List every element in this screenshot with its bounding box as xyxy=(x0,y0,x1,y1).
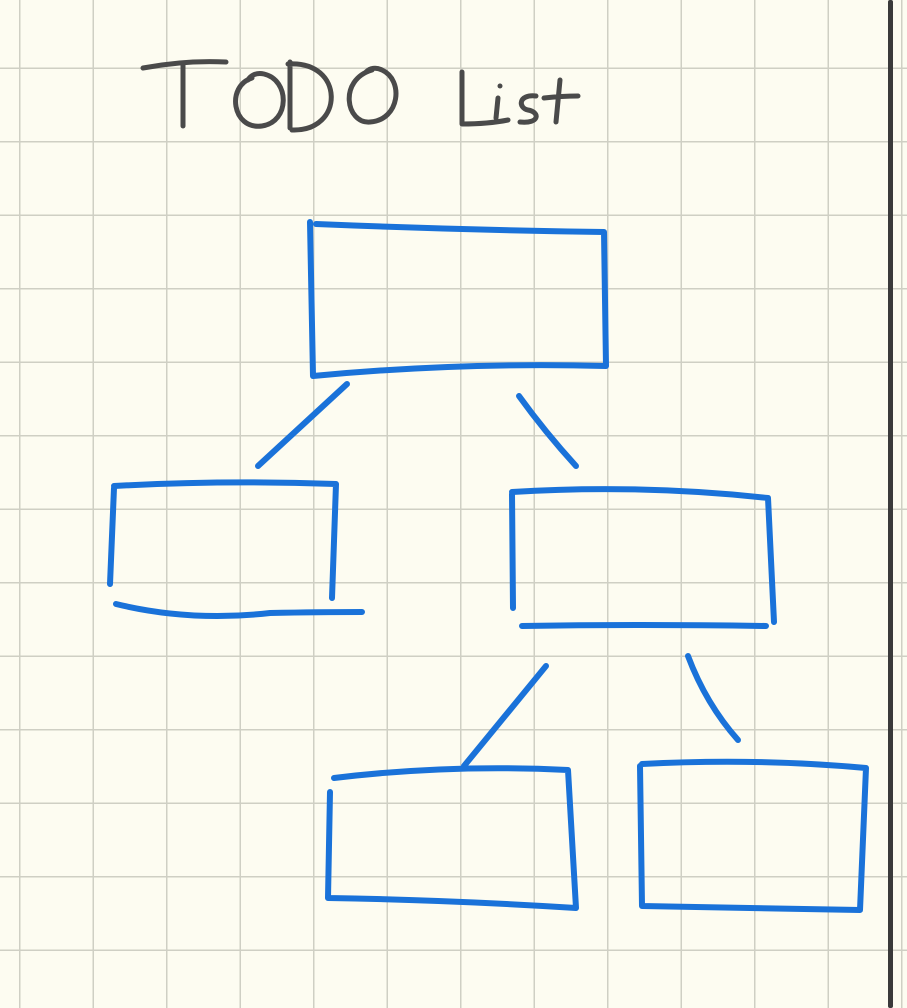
title-letter-o xyxy=(233,71,286,129)
tree-node-grandchild-left xyxy=(325,765,579,911)
tree-edge-root-left xyxy=(255,381,350,469)
tree-node-left-child-base xyxy=(113,601,365,619)
title-letter-l xyxy=(459,69,511,127)
page-edge-divider xyxy=(888,0,893,1008)
tree-node-grandchild-right xyxy=(637,758,869,913)
title-letter-i-dot xyxy=(497,83,503,89)
tree-diagram xyxy=(107,59,869,913)
page-title xyxy=(140,59,581,133)
tree-node-root xyxy=(307,219,609,379)
tree-node-right-child xyxy=(509,486,777,625)
grid-paper-canvas xyxy=(0,0,907,1008)
tree-node-left-child xyxy=(107,479,339,601)
tree-edge-right-grandchild-left xyxy=(461,663,549,769)
tree-edge-right-grandchild-right xyxy=(685,653,741,743)
title-letter-s xyxy=(517,93,539,125)
tree-edge-root-right xyxy=(516,393,579,469)
title-letter-d xyxy=(285,59,334,133)
title-letter-t-2 xyxy=(541,77,581,125)
tree-node-right-child-base xyxy=(519,622,769,629)
title-letter-i xyxy=(493,95,501,121)
title-letter-o-2 xyxy=(346,65,399,125)
